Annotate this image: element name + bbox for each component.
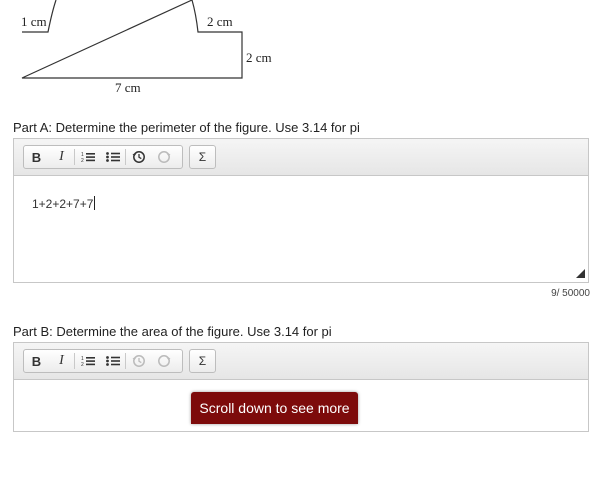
part-b-math-group: Σ (189, 349, 216, 373)
numbered-list-icon[interactable]: 12 (75, 146, 100, 168)
undo-history-icon[interactable] (126, 146, 151, 168)
undo-history-icon[interactable] (126, 350, 151, 372)
redo-icon[interactable] (151, 146, 176, 168)
part-a-toolbar: B I 12 Σ (14, 139, 588, 176)
svg-text:2: 2 (81, 362, 84, 367)
label-right-side: 2 cm (246, 50, 272, 65)
math-sigma-button[interactable]: Σ (190, 146, 215, 168)
redo-icon[interactable] (151, 350, 176, 372)
label-bottom: 7 cm (115, 80, 141, 95)
label-right-step: 2 cm (207, 14, 233, 29)
part-a-editor[interactable]: B I 12 Σ 1+2+2+7+7 (13, 138, 589, 283)
part-a-format-group: B I 12 (23, 145, 183, 169)
text-caret (94, 196, 96, 210)
bold-button[interactable]: B (24, 350, 49, 372)
numbered-list-icon[interactable]: 12 (75, 350, 100, 372)
label-left-step: 1 cm (21, 14, 47, 29)
part-a-char-counter: 9/ 50000 (551, 288, 590, 299)
bullet-list-icon[interactable] (100, 350, 125, 372)
italic-button[interactable]: I (49, 350, 74, 372)
bold-button[interactable]: B (24, 146, 49, 168)
part-a-math-group: Σ (189, 145, 216, 169)
part-b-question: Part B: Determine the area of the figure… (13, 324, 332, 339)
part-a-question: Part A: Determine the perimeter of the f… (13, 120, 360, 135)
part-b-toolbar: B I 12 Σ (14, 343, 588, 380)
italic-button[interactable]: I (49, 146, 74, 168)
svg-text:2: 2 (81, 158, 84, 163)
part-a-answer-area[interactable]: 1+2+2+7+7 (14, 176, 588, 281)
scroll-down-button[interactable]: Scroll down to see more (191, 392, 358, 424)
geometry-figure: 1 cm 2 cm 2 cm 7 cm (0, 0, 300, 100)
part-a-answer-text: 1+2+2+7+7 (32, 197, 94, 211)
part-b-format-group: B I 12 (23, 349, 183, 373)
bullet-list-icon[interactable] (100, 146, 125, 168)
resize-handle-icon[interactable] (576, 269, 585, 278)
math-sigma-button[interactable]: Σ (190, 350, 215, 372)
